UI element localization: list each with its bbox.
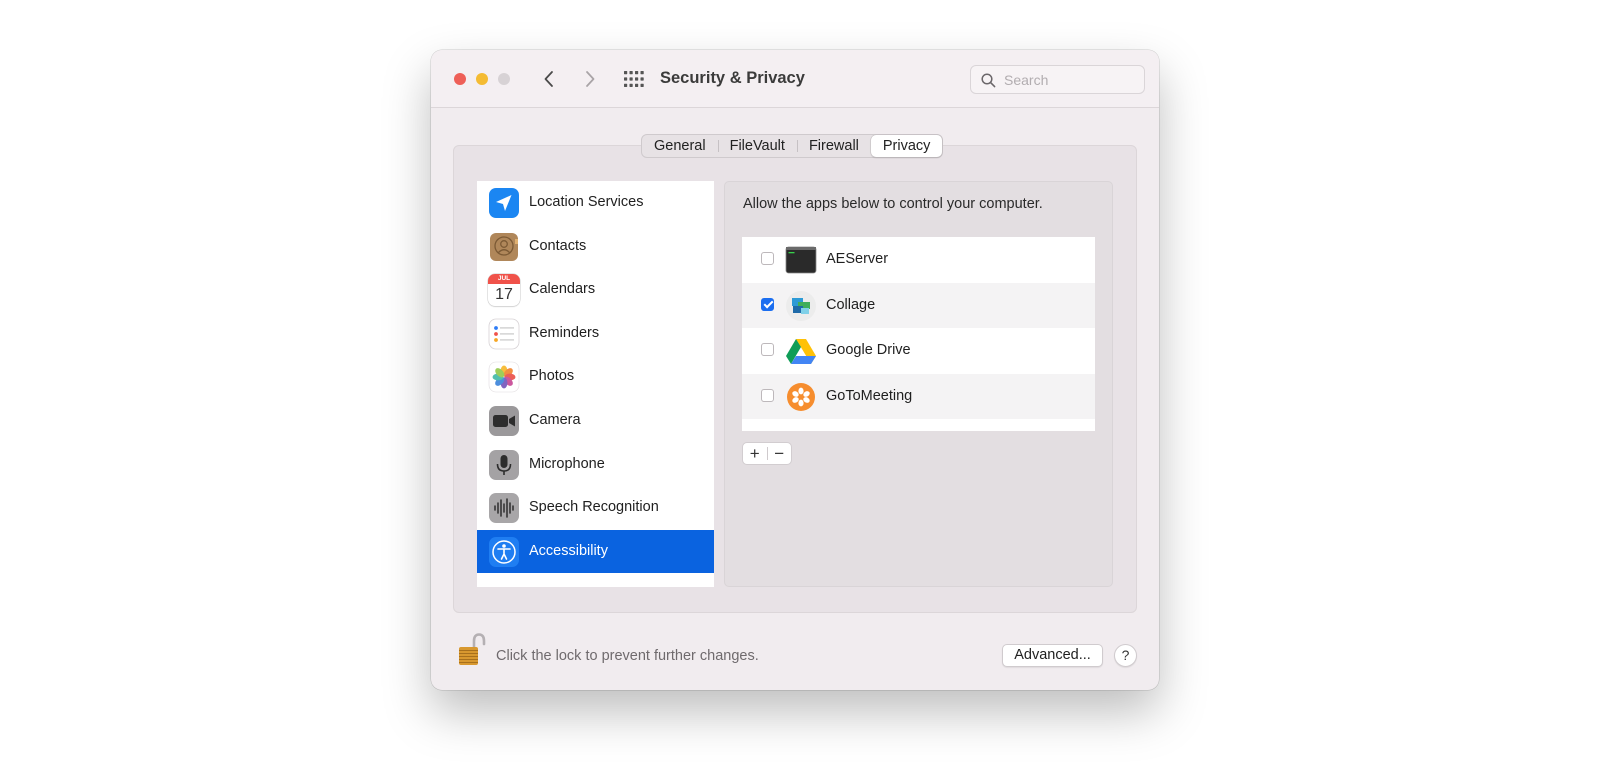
grid-icon — [624, 71, 644, 87]
google-drive-icon — [786, 339, 816, 365]
search-icon — [981, 73, 996, 88]
forward-button[interactable] — [578, 67, 602, 91]
collage-icon — [786, 290, 816, 321]
sidebar-item-photos[interactable]: Photos — [477, 355, 714, 399]
sidebar-item-speech-recognition[interactable]: Speech Recognition — [477, 486, 714, 530]
chevron-right-icon — [586, 71, 595, 87]
sidebar-item-label: Contacts — [529, 237, 587, 254]
tab-privacy[interactable]: Privacy — [870, 135, 943, 157]
security-privacy-window: Security & Privacy General FileVault Fir… — [431, 50, 1159, 690]
contacts-book-icon — [490, 232, 518, 261]
tab-filevault[interactable]: FileVault — [717, 135, 797, 157]
microphone-icon — [489, 449, 519, 480]
app-checkbox[interactable] — [761, 252, 774, 265]
sidebar-item-accessibility[interactable]: Accessibility — [477, 529, 714, 574]
app-row-gotomeeting[interactable]: GoToMeeting — [742, 373, 1095, 420]
sidebar-item-contacts[interactable]: Contacts — [477, 225, 714, 269]
add-remove-control: + − — [742, 442, 792, 465]
privacy-category-list: Location Services Contacts JUL 17 Calend… — [477, 181, 714, 587]
window-title: Security & Privacy — [660, 69, 805, 87]
app-name: Google Drive — [826, 342, 911, 359]
tab-general[interactable]: General — [642, 135, 718, 157]
chevron-left-icon — [544, 71, 553, 87]
search-field[interactable] — [970, 65, 1145, 94]
gotomeeting-icon — [787, 382, 815, 411]
sidebar-item-label: Camera — [529, 412, 581, 428]
sidebar-item-calendars[interactable]: JUL 17 Calendars — [477, 268, 714, 312]
app-name: GoToMeeting — [826, 387, 913, 404]
accessibility-icon — [489, 536, 519, 567]
add-app-button[interactable]: + — [743, 443, 767, 464]
lock-status-text: Click the lock to prevent further change… — [496, 648, 759, 664]
app-row-aeserver[interactable]: AEServer — [742, 237, 1095, 283]
terminal-icon — [785, 246, 817, 274]
sidebar-item-label: Speech Recognition — [529, 499, 659, 516]
sidebar-item-label: Calendars — [529, 281, 596, 298]
app-row-collage[interactable]: Collage — [742, 282, 1095, 329]
sidebar-item-reminders[interactable]: Reminders — [477, 312, 714, 356]
waveform-icon — [489, 493, 519, 524]
help-button[interactable]: ? — [1114, 644, 1137, 667]
sidebar-item-location-services[interactable]: Location Services — [477, 181, 714, 225]
search-input[interactable] — [1004, 71, 1134, 89]
calendar-icon: JUL 17 — [488, 274, 520, 307]
sidebar-item-microphone[interactable]: Microphone — [477, 443, 714, 487]
sidebar-item-camera[interactable]: Camera — [477, 399, 714, 443]
back-button[interactable] — [537, 67, 561, 91]
zoom-window-button[interactable] — [498, 73, 510, 85]
app-checkbox[interactable] — [761, 343, 774, 357]
title-bar: Security & Privacy — [431, 50, 1159, 108]
app-row-google-drive[interactable]: Google Drive — [742, 328, 1095, 374]
app-list: AEServer Collage Google Drive GoToMeetin… — [742, 237, 1095, 431]
app-name: AEServer — [826, 251, 889, 267]
show-all-button[interactable] — [623, 70, 645, 88]
sidebar-item-label: Accessibility — [529, 542, 608, 559]
minimize-window-button[interactable] — [476, 73, 488, 85]
close-window-button[interactable] — [454, 73, 466, 85]
app-checkbox[interactable] — [761, 388, 774, 402]
app-name: Collage — [826, 296, 876, 313]
sidebar-item-label: Microphone — [529, 455, 605, 472]
advanced-button[interactable]: Advanced... — [1002, 644, 1103, 667]
tab-firewall[interactable]: Firewall — [796, 135, 871, 157]
camera-icon — [489, 406, 519, 436]
sidebar-item-label: Location Services — [529, 194, 644, 210]
tab-bar: General FileVault Firewall Privacy — [641, 134, 944, 158]
photos-flower-icon — [488, 362, 520, 393]
pane-description: Allow the apps below to control your com… — [743, 196, 1043, 212]
location-arrow-icon — [489, 188, 519, 218]
sidebar-item-label: Reminders — [529, 324, 600, 341]
reminders-list-icon — [488, 318, 520, 350]
app-checkbox[interactable] — [761, 297, 774, 311]
sidebar-item-label: Photos — [529, 368, 575, 385]
unlocked-padlock-icon[interactable] — [457, 632, 487, 668]
remove-app-button[interactable]: − — [768, 443, 792, 464]
